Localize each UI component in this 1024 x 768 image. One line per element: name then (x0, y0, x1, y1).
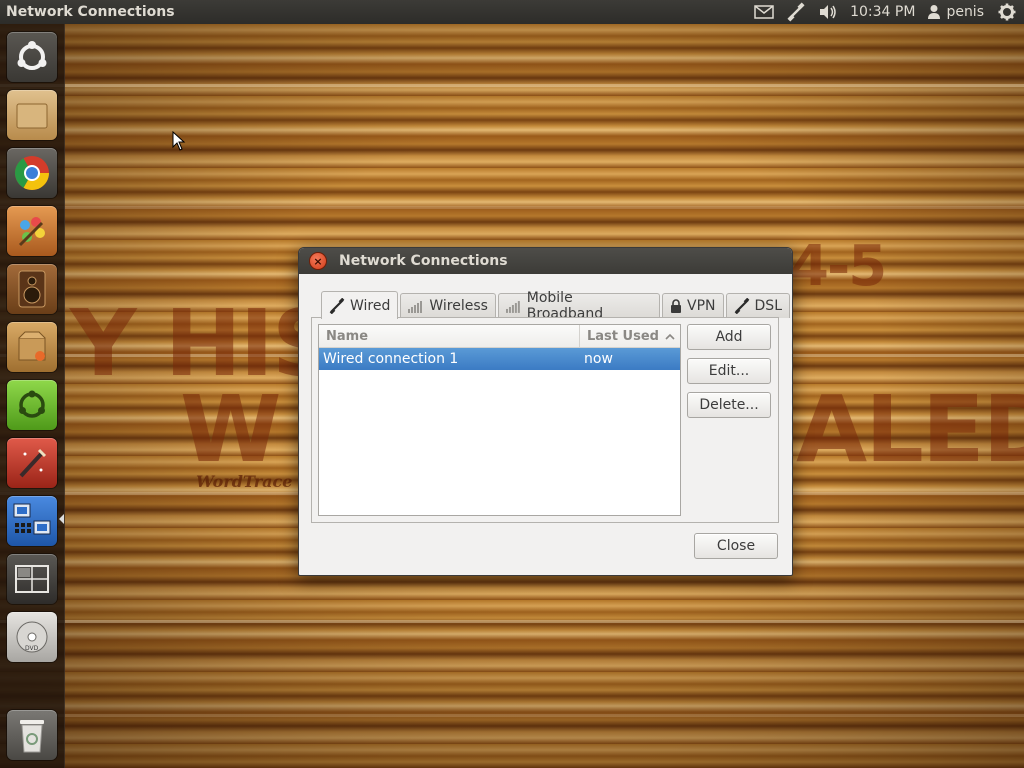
tab-vpn-label: VPN (687, 298, 716, 314)
dialog-title: Network Connections (339, 253, 508, 269)
workspace-switcher-icon[interactable] (7, 554, 57, 604)
clock[interactable]: 10:34 PM (850, 4, 915, 20)
close-button[interactable]: Close (694, 533, 778, 559)
trash-icon[interactable] (7, 710, 57, 760)
wired-icon (329, 297, 345, 314)
home-folder-icon[interactable] (7, 90, 57, 140)
settings-wand-icon[interactable] (7, 438, 57, 488)
wired-icon (734, 298, 749, 314)
network-connections-dialog: × Network Connections Wired Wireless Mob… (298, 247, 793, 576)
row-connection-name: Wired connection 1 (323, 351, 459, 367)
sort-ascending-icon (665, 333, 675, 340)
tab-wireless[interactable]: Wireless (400, 293, 496, 318)
paint-icon[interactable] (7, 206, 57, 256)
column-header-last-used-label: Last Used (587, 328, 659, 344)
svg-text:DVD: DVD (25, 645, 39, 652)
tab-dsl-label: DSL (754, 298, 782, 314)
chromium-browser-icon[interactable] (7, 148, 57, 198)
network-wired-icon[interactable] (786, 0, 806, 24)
dialog-titlebar[interactable]: × Network Connections (299, 248, 792, 274)
close-icon[interactable]: × (309, 252, 327, 270)
user-menu[interactable]: penis (927, 4, 984, 20)
delete-button[interactable]: Delete... (687, 392, 771, 418)
wallpaper-text-line2: W (180, 376, 281, 483)
add-button[interactable]: Add (687, 324, 771, 350)
ubuntu-software-center-icon[interactable] (7, 380, 57, 430)
dvd-drive-icon[interactable]: DVD (7, 612, 57, 662)
tab-wired-label: Wired (350, 297, 391, 314)
wallpaper-text-numbers: 4-5 (790, 234, 887, 299)
tab-mobile-broadband[interactable]: Mobile Broadband (497, 290, 661, 322)
column-header-name-label: Name (326, 328, 369, 344)
user-icon (928, 5, 941, 19)
signal-bars-icon (408, 301, 423, 313)
app-menu-title[interactable]: Network Connections (6, 4, 754, 20)
mouse-pointer-icon (172, 131, 186, 151)
network-connections-icon[interactable] (7, 496, 57, 546)
tab-dsl[interactable]: DSL (725, 293, 790, 318)
tab-vpn[interactable]: VPN (662, 293, 724, 318)
list-header: Name Last Used (319, 325, 680, 348)
wallpaper-signature: WordTrace (196, 472, 293, 491)
edit-button[interactable]: Edit... (687, 358, 771, 384)
column-header-last-used[interactable]: Last Used (580, 325, 680, 347)
connection-type-tabs: Wired Wireless Mobile Broadband VPN DSL (321, 290, 792, 322)
connection-list[interactable]: Name Last Used Wired connection 1 now (318, 324, 681, 516)
top-panel: Network Connections 10:34 PM penis (0, 0, 1024, 24)
signal-bars-icon (505, 301, 520, 313)
mail-icon[interactable] (754, 0, 774, 24)
tab-wired[interactable]: Wired (321, 291, 399, 319)
lock-icon (671, 299, 682, 313)
active-window-indicator (59, 514, 64, 524)
dash-home-icon[interactable] (7, 32, 57, 82)
column-header-name[interactable]: Name (319, 325, 580, 347)
speaker-icon[interactable] (7, 264, 57, 314)
volume-icon[interactable] (818, 0, 838, 24)
tab-wireless-label: Wireless (429, 298, 488, 314)
package-box-icon[interactable] (7, 322, 57, 372)
wired-tab-panel: Name Last Used Wired connection 1 now Ad… (311, 317, 779, 523)
row-last-used: now (584, 351, 613, 367)
table-row[interactable]: Wired connection 1 now (319, 348, 680, 370)
launcher: DVD (0, 24, 65, 768)
username-label: penis (946, 4, 984, 20)
wallpaper-text-line3: ALED (796, 376, 1024, 483)
gear-icon[interactable] (998, 0, 1016, 24)
